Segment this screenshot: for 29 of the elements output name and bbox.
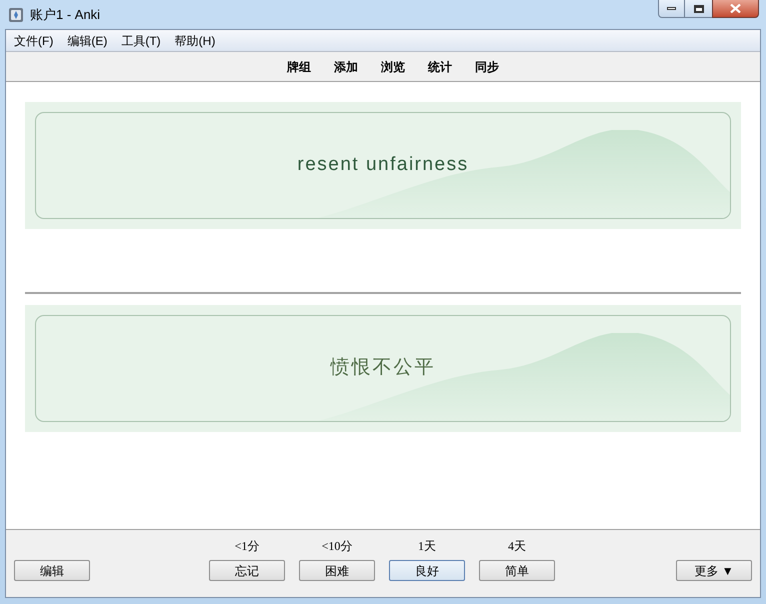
app-icon [8, 6, 24, 22]
card-text: 愤恨不公平 [330, 356, 436, 380]
interval-label: 4天 [508, 538, 526, 555]
maximize-icon [694, 4, 704, 12]
answer-button[interactable]: 忘记 [209, 560, 285, 581]
minimize-icon [667, 7, 676, 10]
menu-item[interactable]: 帮助(H) [170, 32, 220, 50]
interval-label: <1分 [234, 538, 260, 555]
menu-item[interactable]: 工具(T) [116, 32, 166, 50]
menu-item[interactable]: 文件(F) [9, 32, 58, 50]
close-icon [730, 4, 741, 13]
toolbar-link[interactable]: 浏览 [381, 58, 405, 76]
answer-button[interactable]: 简单 [479, 560, 555, 581]
minimize-button[interactable] [658, 0, 685, 18]
card-text: resent unfairness [297, 153, 469, 178]
close-button[interactable] [712, 0, 759, 18]
window-title: 账户1 - Anki [30, 6, 100, 24]
menu-item[interactable]: 编辑(E) [62, 32, 112, 50]
interval-label: 1天 [418, 538, 436, 555]
interval-label: <10分 [322, 538, 352, 555]
answer-button[interactable]: 困难 [299, 560, 375, 581]
edit-button[interactable]: 编辑 [14, 560, 90, 581]
answer-button[interactable]: 良好 [389, 560, 465, 581]
more-button[interactable]: 更多 ▼ [676, 560, 752, 581]
maximize-button[interactable] [685, 0, 712, 18]
toolbar-link[interactable]: 牌组 [287, 58, 311, 76]
toolbar-link[interactable]: 添加 [334, 58, 358, 76]
toolbar-link[interactable]: 同步 [475, 58, 499, 76]
toolbar-link[interactable]: 统计 [428, 58, 452, 76]
